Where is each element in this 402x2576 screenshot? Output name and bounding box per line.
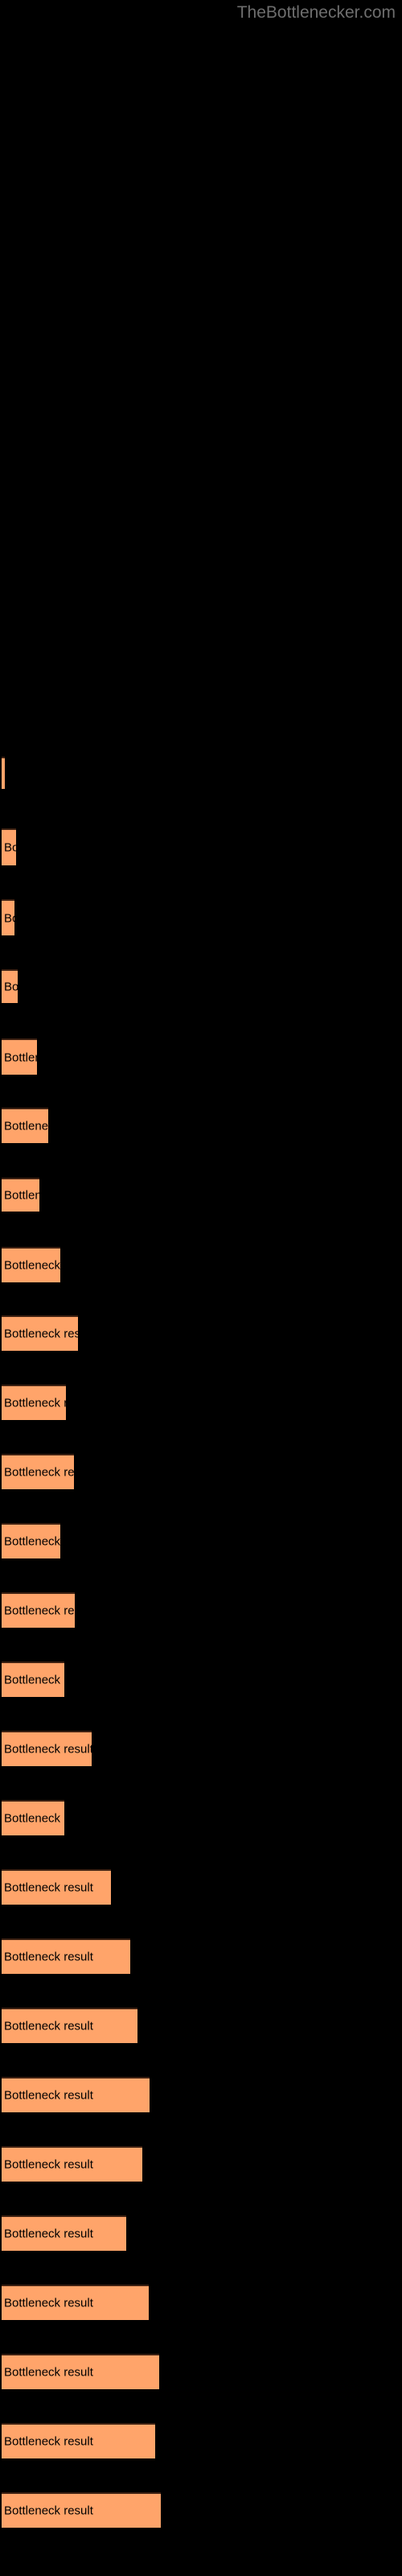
bar-row: Bottleneck result <box>0 828 402 865</box>
bar: Bottleneck result <box>2 1247 60 1282</box>
bar: Bottleneck result <box>2 969 18 1003</box>
bar: Bottleneck result <box>2 1038 37 1075</box>
bar: Bottleneck result <box>2 899 14 935</box>
bar: Bottleneck result <box>2 2285 149 2320</box>
bar-label: Bottleneck result <box>4 2019 93 2033</box>
bar-row: Bottleneck result <box>0 1592 402 1628</box>
bar-label: Bottleneck result <box>4 1258 60 1273</box>
bar: Bottleneck result <box>2 1662 64 1697</box>
bar: Bottleneck result <box>2 757 5 789</box>
bar: Bottleneck result <box>2 2215 126 2251</box>
bar-label: Bottleneck result <box>4 840 16 855</box>
bar-label: Bottleneck result <box>4 1673 64 1687</box>
bar-row: Bottleneck result <box>0 2077 402 2112</box>
bar-row: Bottleneck result <box>0 1800 402 1835</box>
bar: Bottleneck result <box>2 2146 142 2182</box>
bar-row: Bottleneck result <box>0 1178 402 1212</box>
bar-row: Bottleneck result <box>0 1108 402 1143</box>
bar-row: Bottleneck result <box>0 2354 402 2389</box>
bar-label: Bottleneck result <box>4 1051 37 1064</box>
bar-row: Bottleneck result <box>0 2146 402 2182</box>
bar: Bottleneck result <box>2 828 16 865</box>
bar-label: Bottleneck result <box>4 768 5 780</box>
bar-row: Bottleneck result <box>0 1454 402 1489</box>
bottleneck-chart-page: TheBottlenecker.com Bottleneck resultBot… <box>0 0 402 2576</box>
bar-label: Bottleneck result <box>4 1742 92 1757</box>
bar-row: Bottleneck result <box>0 757 402 789</box>
bar-label: Bottleneck result <box>4 2088 93 2103</box>
bar-label: Bottleneck result <box>4 2296 93 2310</box>
bar-label: Bottleneck result <box>4 1880 93 1895</box>
bar-label: Bottleneck result <box>4 1465 74 1480</box>
bar-row: Bottleneck result <box>0 899 402 935</box>
bar-row: Bottleneck result <box>0 2215 402 2251</box>
bar-row: Bottleneck result <box>0 2492 402 2528</box>
bar-row: Bottleneck result <box>0 2008 402 2043</box>
bar-label: Bottleneck result <box>4 980 18 994</box>
bar: Bottleneck result <box>2 1592 75 1628</box>
bar-label: Bottleneck result <box>4 1534 60 1549</box>
bar: Bottleneck result <box>2 1800 64 1835</box>
bar-label: Bottleneck result <box>4 1604 75 1618</box>
bar-row: Bottleneck result <box>0 1247 402 1282</box>
bar-label: Bottleneck result <box>4 2157 93 2172</box>
bar-row: Bottleneck result <box>0 1038 402 1075</box>
bar-label: Bottleneck result <box>4 2227 93 2241</box>
bar-label: Bottleneck result <box>4 2434 93 2449</box>
bar-label: Bottleneck result <box>4 1327 78 1341</box>
chart-plot-area: Bottleneck result Bottleneck result Bottle… <box>0 0 402 2576</box>
bar: Bottleneck result <box>2 2077 150 2112</box>
bar-label: Bottleneck result <box>4 1396 66 1410</box>
bar: Bottleneck result <box>2 1385 66 1420</box>
bar-row: Bottleneck result <box>0 2285 402 2320</box>
bar: Bottleneck result <box>2 1178 39 1212</box>
bar: Bottleneck result <box>2 1315 78 1351</box>
bar: Bottleneck result <box>2 1938 130 1974</box>
bar-label: Bottleneck result <box>4 1188 39 1203</box>
bar-row: Bottleneck result <box>0 1385 402 1420</box>
bar: Bottleneck result <box>2 2423 155 2458</box>
bar-label: Bottleneck result <box>4 1811 64 1826</box>
bar: Bottleneck result <box>2 1523 60 1558</box>
bar-label: Bottleneck result <box>4 911 14 925</box>
bar: Bottleneck result <box>2 2008 137 2043</box>
bar-row: Bottleneck result <box>0 1869 402 1905</box>
bar: Bottleneck result <box>2 1869 111 1905</box>
bar-label: Bottleneck result <box>4 1119 48 1133</box>
bar: Bottleneck result <box>2 2492 161 2528</box>
bar-label: Bottleneck result <box>4 1950 93 1964</box>
bar-row: Bottleneck result <box>0 1938 402 1974</box>
bar: Bottleneck result <box>2 1731 92 1766</box>
bar-row: Bottleneck result <box>0 1662 402 1697</box>
bar-row: Bottleneck result <box>0 1315 402 1351</box>
bar-row: Bottleneck result <box>0 1731 402 1766</box>
bar: Bottleneck result <box>2 1108 48 1143</box>
bar-row: Bottleneck result <box>0 969 402 1003</box>
bar: Bottleneck result <box>2 2354 159 2389</box>
bar-row: Bottleneck result <box>0 1523 402 1558</box>
bar-label: Bottleneck result <box>4 2365 93 2380</box>
bar: Bottleneck result <box>2 1454 74 1489</box>
bar-row: Bottleneck result <box>0 2423 402 2458</box>
bar-label: Bottleneck result <box>4 2504 93 2518</box>
